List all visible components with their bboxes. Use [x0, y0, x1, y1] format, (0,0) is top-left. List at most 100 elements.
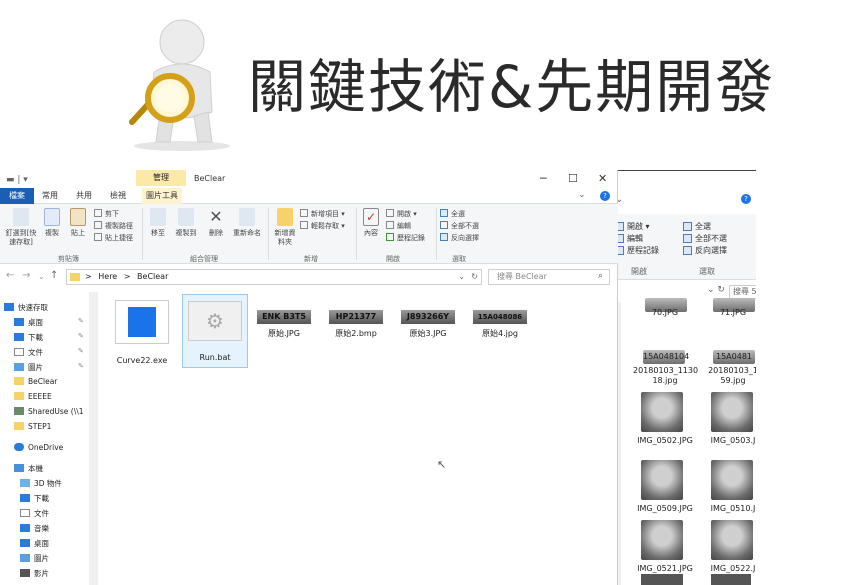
rename-button[interactable]: 重新命名: [230, 208, 264, 238]
back-search-input[interactable]: 搜尋 5: [729, 285, 756, 299]
metal-thumbnail[interactable]: [711, 392, 753, 432]
copy-path-button[interactable]: 複製路徑: [94, 220, 133, 232]
file-item-selected[interactable]: ⚙ Run.bat: [182, 294, 248, 368]
context-tab-manage[interactable]: 管理: [136, 170, 186, 186]
maximize-button[interactable]: ☐: [568, 172, 578, 185]
back-edit-button[interactable]: 編輯: [615, 232, 659, 244]
nav-item-shareduse[interactable]: SharedUse (\\1: [14, 407, 84, 416]
edit-button[interactable]: 編輯: [386, 220, 411, 232]
back-history-button[interactable]: 歷程記錄: [615, 244, 659, 256]
quick-access-toolbar[interactable]: ▬ | ▾: [6, 175, 28, 185]
nav-item-downloads[interactable]: 下載: [14, 332, 43, 343]
nav-item-pictures[interactable]: 圖片: [14, 362, 43, 373]
address-dropdown-icon[interactable]: ⌄: [458, 270, 465, 284]
up-arrow-icon[interactable]: ↑: [50, 270, 58, 281]
nav-item-beclear[interactable]: BeClear: [14, 377, 57, 386]
file-label[interactable]: 71.JPG: [701, 308, 756, 318]
cut-button[interactable]: 剪下: [94, 208, 119, 220]
nav-item-step1[interactable]: STEP1: [14, 422, 51, 431]
plate-thumbnail[interactable]: 15A048104: [643, 350, 689, 364]
paste-shortcut-button[interactable]: 貼上捷徑: [94, 232, 133, 244]
file-label[interactable]: 59.jpg: [701, 376, 756, 386]
help-icon[interactable]: ?: [600, 191, 610, 201]
forward-arrow-icon[interactable]: →: [22, 270, 30, 281]
invert-selection-button[interactable]: 反向選擇: [440, 232, 479, 244]
file-label[interactable]: IMG_0522.J: [701, 564, 756, 574]
breadcrumb-root[interactable]: Here: [98, 272, 117, 281]
file-label[interactable]: 20180103_1: [701, 366, 756, 376]
tab-file[interactable]: 檔案: [0, 188, 34, 204]
properties-button[interactable]: ✓ 內容: [360, 208, 382, 238]
tab-home[interactable]: 常用: [42, 190, 58, 201]
nav-item-desktop[interactable]: 桌面: [14, 317, 43, 328]
nav-item-eeeee[interactable]: EEEEE: [14, 392, 52, 401]
dropdown-icon[interactable]: ⌄ ↻: [707, 285, 725, 295]
copy-button[interactable]: 複製: [40, 208, 64, 238]
pin-icon[interactable]: ✎: [78, 332, 84, 340]
nav-quick-access[interactable]: 快速存取: [4, 302, 48, 313]
pin-icon[interactable]: ✎: [78, 347, 84, 355]
file-label[interactable]: IMG_0521.JPG: [633, 564, 697, 574]
nav-pc-videos[interactable]: 影片: [20, 568, 49, 579]
copy-to-button[interactable]: 複製到: [172, 208, 200, 238]
plate-thumbnail[interactable]: 15A0481: [713, 350, 755, 364]
file-item[interactable]: HP21377 原始2.bmp: [326, 310, 386, 339]
file-label[interactable]: IMG_0502.JPG: [633, 436, 697, 446]
back-arrow-icon[interactable]: ←: [6, 270, 14, 281]
pin-quick-access-button[interactable]: 釘選到[快速存取]: [4, 208, 38, 247]
new-item-button[interactable]: 新增項目 ▾: [300, 208, 345, 220]
metal-thumbnail[interactable]: [641, 460, 683, 500]
back-select-none-button[interactable]: 全部不選: [683, 232, 727, 244]
history-button[interactable]: 歷程記錄: [386, 232, 425, 244]
metal-thumbnail[interactable]: [711, 460, 753, 500]
new-folder-button[interactable]: 新增資料夾: [272, 208, 298, 247]
metal-thumbnail[interactable]: [641, 520, 683, 560]
pin-icon[interactable]: ✎: [78, 317, 84, 325]
metal-thumbnail[interactable]: [711, 520, 753, 560]
file-label[interactable]: IMG_0503.J: [701, 436, 756, 446]
back-open-button[interactable]: 開啟 ▾: [615, 220, 659, 232]
address-bar[interactable]: > Here > BeClear ⌄ ↻: [66, 269, 482, 285]
nav-this-pc[interactable]: 本機: [14, 463, 43, 474]
nav-pc-downloads[interactable]: 下載: [20, 493, 49, 504]
refresh-icon[interactable]: ↻: [471, 270, 478, 284]
pin-icon[interactable]: ✎: [78, 362, 84, 370]
easy-access-button[interactable]: 輕鬆存取 ▾: [300, 220, 345, 232]
collapse-ribbon-icon[interactable]: ⌄: [578, 190, 586, 200]
file-label[interactable]: 70.JPG: [633, 308, 697, 318]
delete-button[interactable]: ✕ 刪除: [204, 208, 228, 238]
tab-share[interactable]: 共用: [76, 190, 92, 201]
nav-onedrive[interactable]: OneDrive: [14, 443, 63, 452]
recent-dropdown-icon[interactable]: ⌄: [38, 272, 45, 281]
back-select-all-button[interactable]: 全選: [683, 220, 727, 232]
navigation-scrollbar[interactable]: [90, 292, 98, 585]
nav-pc-pictures[interactable]: 圖片: [20, 553, 49, 564]
file-item[interactable]: J893266Y 原始3.JPG: [398, 310, 458, 339]
file-label[interactable]: IMG_0509.JPG: [633, 504, 697, 514]
file-label[interactable]: 20180103_1130: [633, 366, 698, 376]
minimize-button[interactable]: ─: [540, 172, 547, 185]
move-to-button[interactable]: 移至: [146, 208, 170, 238]
nav-pc-3d-objects[interactable]: 3D 物件: [20, 478, 62, 489]
tab-view[interactable]: 檢視: [110, 190, 126, 201]
help-icon[interactable]: ?: [741, 194, 751, 204]
select-all-button[interactable]: 全選: [440, 208, 465, 220]
file-label[interactable]: IMG_0510.J: [701, 504, 756, 514]
metal-thumbnail[interactable]: [641, 392, 683, 432]
tab-picture-tools[interactable]: 圖片工具: [142, 188, 182, 204]
file-item[interactable]: ENK B3T5 原始.JPG: [254, 310, 314, 339]
file-item[interactable]: 15A048086 原始4.jpg: [470, 310, 530, 339]
open-button[interactable]: 開啟 ▾: [386, 208, 417, 220]
file-item[interactable]: Curve22.exe: [112, 300, 172, 365]
search-icon[interactable]: ⌕: [598, 271, 603, 281]
nav-pc-music[interactable]: 音樂: [20, 523, 49, 534]
nav-pc-documents[interactable]: 文件: [20, 508, 49, 519]
file-label[interactable]: 18.jpg: [633, 376, 697, 386]
back-invert-button[interactable]: 反向選擇: [683, 244, 727, 256]
close-button[interactable]: ✕: [598, 172, 607, 185]
search-input[interactable]: 搜尋 BeClear: [488, 269, 610, 285]
breadcrumb-current[interactable]: BeClear: [137, 272, 168, 281]
paste-button[interactable]: 貼上: [66, 208, 90, 238]
nav-item-documents[interactable]: 文件: [14, 347, 43, 358]
nav-pc-desktop[interactable]: 桌面: [20, 538, 49, 549]
